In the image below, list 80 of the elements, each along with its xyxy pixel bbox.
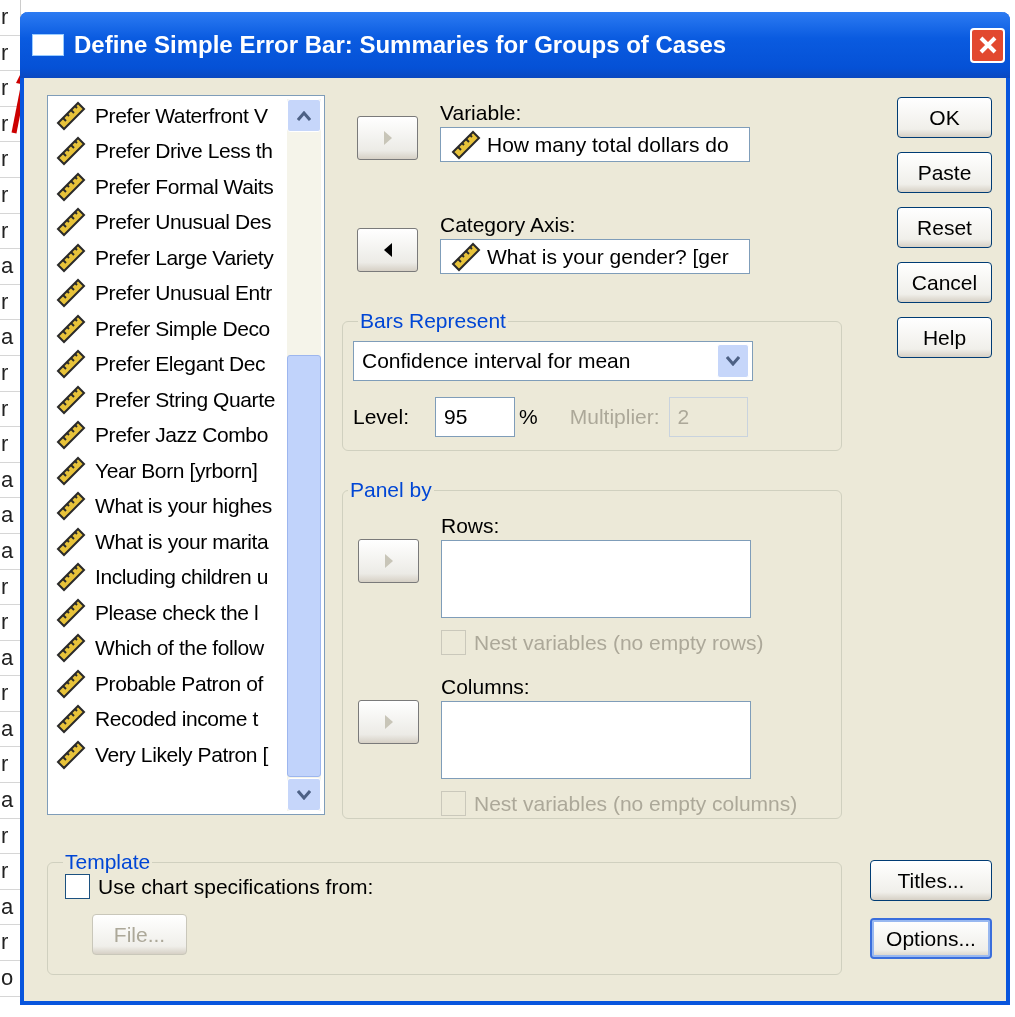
dialog-button[interactable]: Paste (897, 152, 992, 193)
list-item[interactable]: Prefer Jazz Combo (95, 423, 268, 448)
ruler-icon (56, 278, 86, 309)
list-item[interactable]: Prefer Large Variety (95, 245, 274, 270)
ruler-icon (56, 491, 86, 522)
list-item[interactable]: Prefer Drive Less th (95, 139, 273, 164)
dropdown-caret-icon (726, 356, 740, 366)
list-item[interactable]: Prefer Waterfront V (95, 103, 268, 128)
dialog-button[interactable]: Options... (870, 918, 992, 959)
triangle-icon (381, 129, 394, 147)
list-item[interactable]: Probable Patron of (95, 671, 263, 696)
ruler-icon (56, 136, 86, 167)
ruler-icon (56, 704, 86, 735)
ruler-icon (56, 242, 86, 273)
ruler-icon (56, 597, 86, 628)
checkbox-label: Nest variables (no empty columns) (474, 791, 798, 816)
ruler-icon (56, 633, 86, 664)
ruler-icon (56, 455, 86, 486)
level-label: Level: (353, 405, 410, 429)
list-item[interactable]: Which of the follow (95, 636, 264, 661)
category-axis-field[interactable]: What is your gender? [ger (440, 239, 750, 274)
multiplier-label: Multiplier: (569, 405, 660, 429)
list-item[interactable]: Very Likely Patron [ (95, 742, 268, 767)
variable-field[interactable]: How many total dollars do (440, 127, 750, 162)
scrollbar[interactable] (287, 99, 321, 811)
window-title: Define Simple Error Bar: Summaries for Groups of Cases (74, 31, 728, 59)
ruler-icon (56, 349, 86, 380)
scroll-down-icon (297, 789, 311, 800)
list-item[interactable]: Year Born [yrborn] (95, 458, 258, 483)
checkbox-label: Nest variables (no empty rows) (474, 630, 764, 655)
close-icon (977, 35, 998, 55)
list-item[interactable]: What is your marita (95, 529, 269, 554)
ruler-icon (56, 562, 86, 593)
ruler-icon (56, 526, 86, 557)
dialog-button[interactable]: Reset (897, 207, 992, 248)
dialog-button[interactable]: Cancel (897, 262, 992, 303)
group-title: Panel by (349, 478, 433, 502)
list-item[interactable]: Prefer Unusual Entr (95, 281, 272, 306)
ruler-icon (56, 668, 86, 699)
list-item[interactable]: Prefer Simple Deco (95, 316, 270, 341)
list-item[interactable]: Prefer Formal Waits (95, 174, 274, 199)
ruler-icon (451, 241, 481, 272)
group-title: Bars Represent (359, 309, 507, 333)
triangle-icon (382, 552, 395, 570)
ruler-icon (56, 207, 86, 238)
ruler-icon (451, 129, 481, 160)
window-icon (32, 34, 64, 56)
checkbox-label: Use chart specifications from: (98, 874, 374, 899)
percent-sign: % (519, 405, 538, 429)
field-label: Columns: (441, 675, 531, 699)
rows-box[interactable] (441, 540, 751, 618)
arrow-button[interactable] (357, 228, 418, 272)
list-item[interactable]: Recoded income t (95, 707, 258, 732)
field-label: Variable: (440, 101, 523, 125)
scroll-up-icon (297, 110, 311, 121)
ruler-icon (56, 100, 86, 131)
ruler-icon (56, 420, 86, 451)
list-item[interactable]: Prefer String Quarte (95, 387, 275, 412)
field-label: Category Axis: (440, 213, 577, 237)
level-field[interactable]: 95 (435, 397, 516, 437)
list-item[interactable]: Including children u (95, 565, 268, 590)
ruler-icon (56, 171, 86, 202)
list-item[interactable]: Please check the l (95, 600, 259, 625)
variable-list[interactable] (47, 95, 325, 815)
group-title: Template (64, 850, 152, 874)
dialog-button[interactable]: Titles... (870, 860, 992, 901)
triangle-icon (382, 713, 395, 731)
close-button[interactable] (970, 27, 1005, 63)
ruler-icon (56, 313, 86, 344)
list-item[interactable]: Prefer Unusual Des (95, 210, 272, 235)
bars-dropdown[interactable]: Confidence interval for mean (353, 341, 753, 381)
columns-box[interactable] (441, 701, 751, 779)
dialog-button[interactable]: OK (897, 97, 992, 138)
ruler-icon (56, 384, 86, 415)
checkbox[interactable] (65, 874, 90, 899)
dialog-button[interactable]: Help (897, 317, 992, 358)
list-item[interactable]: What is your highes (95, 494, 272, 519)
field-label: Rows: (441, 514, 501, 538)
ruler-icon (56, 739, 86, 770)
list-item[interactable]: Prefer Elegant Dec (95, 352, 266, 377)
